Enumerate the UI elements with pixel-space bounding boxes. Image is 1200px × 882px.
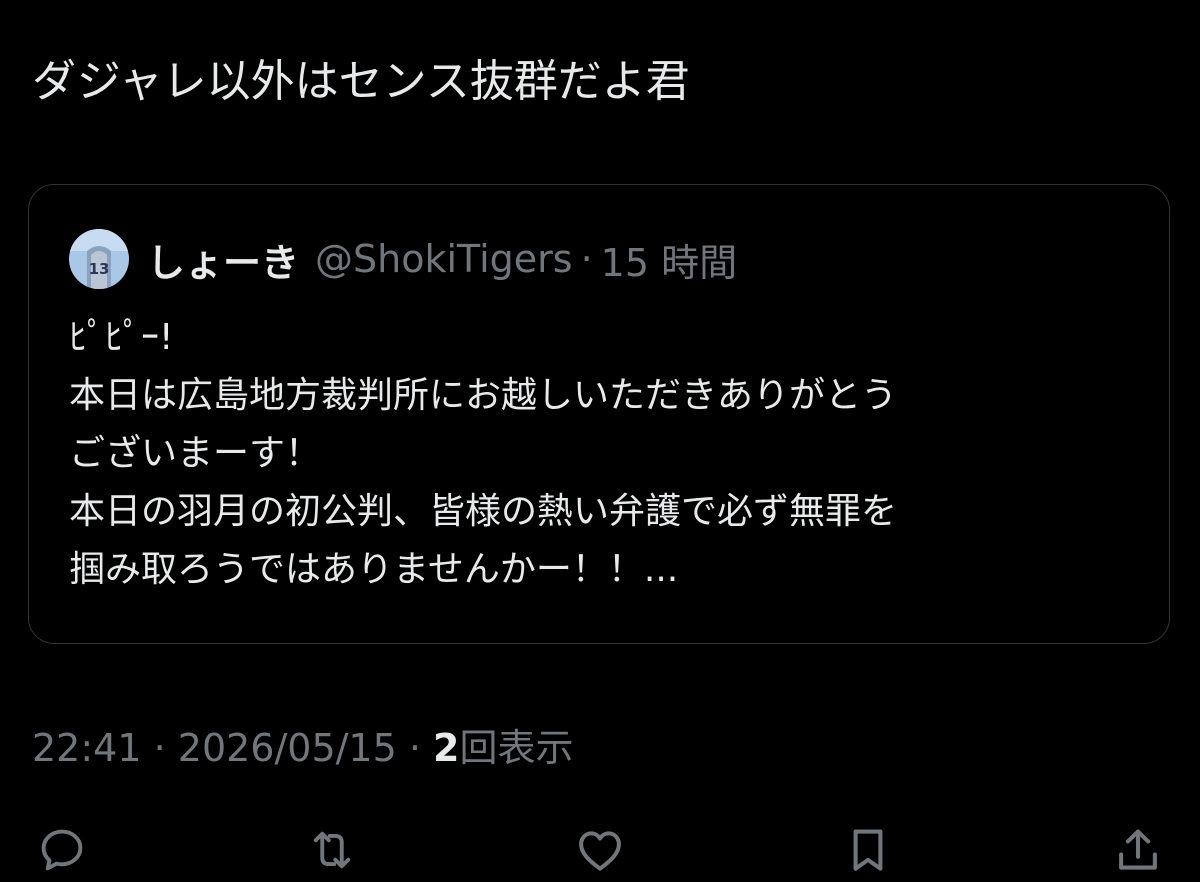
retweet-icon bbox=[313, 831, 351, 869]
comment-icon bbox=[41, 829, 83, 871]
quoted-body-line: ﾋﾟﾋﾟｰ! bbox=[69, 317, 174, 358]
quoted-body-line: 掴み取ろうではありませんかー！！... bbox=[69, 549, 679, 590]
tweet-time[interactable]: 22:41 bbox=[32, 726, 142, 770]
quoted-tweet-body: ﾋﾟﾋﾟｰ! 本日は広島地方裁判所にお越しいただきありがとう ございまーす！ 本… bbox=[69, 309, 1129, 599]
quoted-author-handle[interactable]: @ShokiTigers bbox=[315, 237, 573, 281]
bookmark-button[interactable] bbox=[836, 818, 900, 882]
quoted-timestamp[interactable]: 15 時間 bbox=[601, 232, 737, 287]
avatar-number: 13 bbox=[89, 260, 110, 278]
quoted-body-line: ございまーす！ bbox=[69, 433, 322, 474]
tweet-date[interactable]: 2026/05/15 bbox=[178, 726, 397, 770]
retweet-button[interactable] bbox=[300, 818, 364, 882]
views-label[interactable]: 回表示 bbox=[460, 726, 574, 770]
views-count[interactable]: 2 bbox=[433, 726, 459, 770]
quoted-tweet-card[interactable]: 13 しょーき @ShokiTigers · 15 時間 ﾋﾟﾋﾟｰ! 本日は広… bbox=[28, 184, 1170, 644]
meta-separator: · bbox=[396, 726, 434, 770]
avatar-jersey-13-icon: 13 bbox=[69, 229, 129, 289]
share-button[interactable] bbox=[1106, 818, 1170, 882]
tweet-meta: 22:41 · 2026/05/15 · 2回表示 bbox=[32, 722, 574, 774]
bookmark-icon bbox=[853, 829, 883, 871]
quoted-body-line: 本日は広島地方裁判所にお越しいただきありがとう bbox=[69, 375, 898, 416]
heart-icon bbox=[579, 831, 621, 871]
quoted-body-line: 本日の羽月の初公判、皆様の熱い弁護で必ず無罪を bbox=[69, 491, 898, 532]
quoted-author-name[interactable]: しょーき bbox=[147, 232, 299, 287]
reply-button[interactable] bbox=[30, 818, 94, 882]
like-button[interactable] bbox=[568, 818, 632, 882]
tweet-text: ダジャレ以外はセンス抜群だよ君 bbox=[32, 56, 690, 107]
avatar[interactable]: 13 bbox=[69, 229, 129, 289]
action-bar bbox=[0, 818, 1200, 882]
share-icon bbox=[1119, 829, 1157, 870]
meta-separator: · bbox=[141, 726, 178, 770]
quoted-tweet-header: 13 しょーき @ShokiTigers · 15 時間 bbox=[69, 229, 737, 289]
header-separator: · bbox=[580, 237, 593, 281]
